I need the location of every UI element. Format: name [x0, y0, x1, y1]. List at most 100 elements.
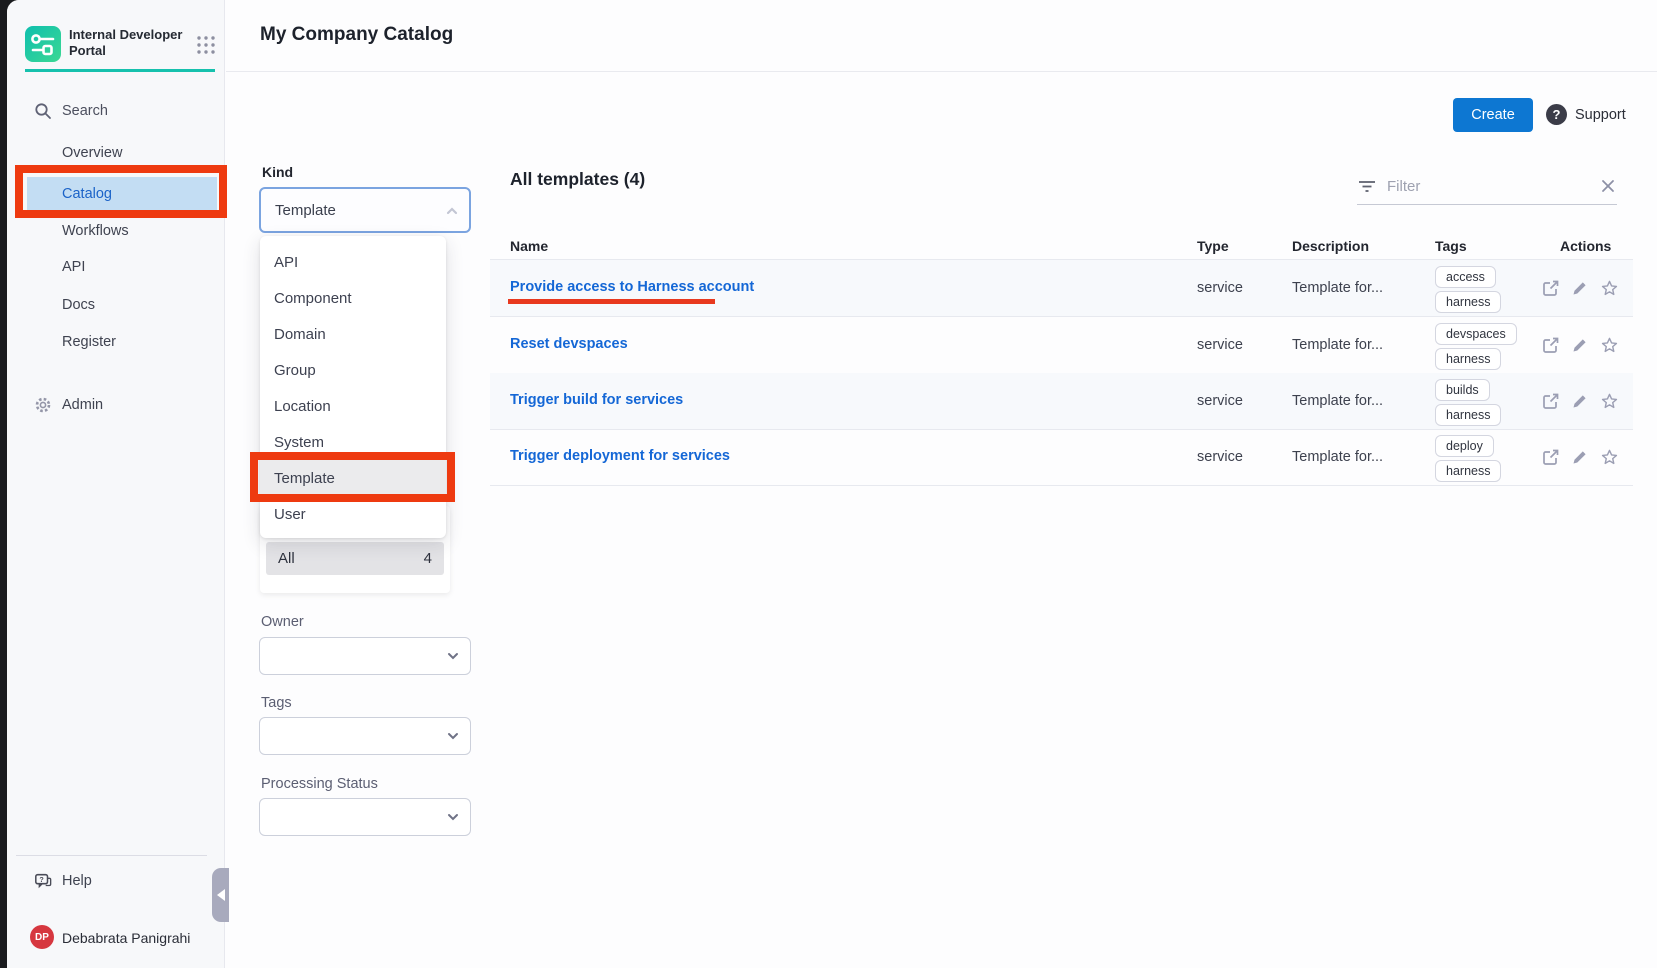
processing-status-filter-label: Processing Status	[261, 776, 378, 792]
header-divider	[226, 71, 1657, 72]
kind-option-location[interactable]: Location	[260, 388, 446, 424]
sidebar-item-workflows[interactable]: Workflows	[0, 216, 218, 246]
kind-count-row-all[interactable]: All 4	[266, 542, 444, 575]
chevron-down-icon	[446, 649, 460, 663]
sidebar-item-label: Admin	[62, 397, 103, 413]
template-tags: deploy harness	[1435, 435, 1501, 482]
owner-filter-label: Owner	[261, 614, 304, 630]
processing-status-select[interactable]	[259, 798, 471, 836]
star-icon[interactable]	[1600, 336, 1619, 355]
brand-title: Internal Developer Portal	[69, 27, 189, 59]
tag-chip: harness	[1435, 460, 1501, 482]
clear-filter-icon[interactable]	[1599, 177, 1617, 195]
create-button[interactable]: Create	[1453, 98, 1533, 132]
help-chat-icon: ?	[34, 872, 52, 890]
template-name-link[interactable]: Trigger build for services	[510, 392, 683, 408]
sidebar-item-docs[interactable]: Docs	[0, 290, 218, 320]
chevron-up-icon	[445, 204, 459, 218]
sidebar-item-label: API	[62, 259, 85, 275]
template-description: Template for...	[1292, 449, 1383, 465]
open-in-new-icon[interactable]	[1542, 279, 1560, 297]
tag-chip: harness	[1435, 348, 1501, 370]
column-header-actions: Actions	[1560, 238, 1611, 254]
sidebar-item-catalog[interactable]: Catalog	[27, 177, 217, 210]
template-tags: devspaces harness	[1435, 323, 1517, 370]
sidebar-item-label: Docs	[62, 297, 95, 313]
owner-select[interactable]	[259, 637, 471, 675]
user-avatar[interactable]: DP	[30, 925, 54, 949]
sidebar-item-overview[interactable]: Overview	[0, 138, 218, 168]
kind-select-value: Template	[275, 202, 336, 219]
kind-option-domain[interactable]: Domain	[260, 316, 446, 352]
sidebar-item-label: Catalog	[62, 186, 112, 202]
open-in-new-icon[interactable]	[1542, 336, 1560, 354]
search-icon	[34, 102, 52, 120]
chevron-down-icon	[446, 729, 460, 743]
sidebar-item-api[interactable]: API	[0, 252, 218, 282]
filter-icon	[1357, 176, 1377, 196]
star-icon[interactable]	[1600, 392, 1619, 411]
tag-chip: deploy	[1435, 435, 1494, 457]
kind-option-api[interactable]: API	[260, 244, 446, 280]
edit-pencil-icon[interactable]	[1571, 336, 1589, 354]
table-row: Reset devspaces service Template for... …	[490, 317, 1633, 374]
sidebar-divider	[16, 855, 207, 856]
sidebar-item-admin[interactable]: Admin	[0, 390, 218, 420]
row-actions	[1542, 392, 1619, 411]
table-title: All templates (4)	[510, 169, 645, 190]
support-help-icon[interactable]: ?	[1546, 104, 1567, 125]
kind-option-user[interactable]: User	[260, 496, 446, 532]
kind-filter-label: Kind	[262, 164, 293, 180]
tags-select[interactable]	[259, 717, 471, 755]
kind-option-template[interactable]: Template	[260, 460, 446, 496]
template-type: service	[1197, 280, 1243, 296]
brand-accent-rule	[25, 69, 215, 72]
template-tags: access harness	[1435, 266, 1501, 313]
table-row: Trigger build for services service Templ…	[490, 373, 1633, 430]
open-in-new-icon[interactable]	[1542, 392, 1560, 410]
sidebar-item-label: Search	[62, 103, 108, 119]
user-name[interactable]: Debabrata Panigrahi	[62, 930, 190, 946]
kind-select[interactable]: Template	[259, 187, 471, 233]
sidebar-item-register[interactable]: Register	[0, 327, 218, 357]
sidebar-item-label: Register	[62, 334, 116, 350]
edit-pencil-icon[interactable]	[1571, 279, 1589, 297]
sidebar-item-search[interactable]: Search	[0, 96, 218, 126]
row-actions	[1542, 279, 1619, 298]
collapse-arrow-icon	[217, 889, 225, 901]
page-title: My Company Catalog	[260, 24, 453, 46]
sidebar-item-label: Help	[62, 873, 92, 889]
star-icon[interactable]	[1600, 279, 1619, 298]
apps-grid-icon[interactable]	[195, 34, 217, 56]
column-header-tags: Tags	[1435, 238, 1467, 254]
tags-filter-label: Tags	[261, 695, 292, 711]
template-type: service	[1197, 393, 1243, 409]
table-row: Trigger deployment for services service …	[490, 429, 1633, 486]
star-icon[interactable]	[1600, 448, 1619, 467]
column-header-type: Type	[1197, 238, 1229, 254]
template-name-link[interactable]: Provide access to Harness account	[510, 279, 754, 295]
tag-chip: builds	[1435, 379, 1490, 401]
tag-chip: access	[1435, 266, 1496, 288]
kind-option-system[interactable]: System	[260, 424, 446, 460]
kind-option-component[interactable]: Component	[260, 280, 446, 316]
kind-option-group[interactable]: Group	[260, 352, 446, 388]
tag-chip: harness	[1435, 404, 1501, 426]
column-header-name: Name	[510, 238, 548, 254]
support-label[interactable]: Support	[1575, 107, 1626, 123]
table-filter-input[interactable]	[1387, 178, 1577, 195]
template-name-link[interactable]: Trigger deployment for services	[510, 448, 730, 464]
edit-pencil-icon[interactable]	[1571, 392, 1589, 410]
edit-pencil-icon[interactable]	[1571, 448, 1589, 466]
sidebar-item-help[interactable]: ? Help	[0, 866, 218, 896]
idp-logo-icon	[25, 26, 61, 62]
sidebar-collapse-handle[interactable]	[212, 868, 229, 922]
template-description: Template for...	[1292, 393, 1383, 409]
template-name-link[interactable]: Reset devspaces	[510, 336, 628, 352]
kind-count-value: 4	[424, 550, 432, 567]
table-row: Provide access to Harness account servic…	[490, 260, 1633, 317]
gear-icon	[34, 396, 52, 414]
open-in-new-icon[interactable]	[1542, 448, 1560, 466]
table-filter	[1357, 168, 1617, 205]
tag-chip: harness	[1435, 291, 1501, 313]
